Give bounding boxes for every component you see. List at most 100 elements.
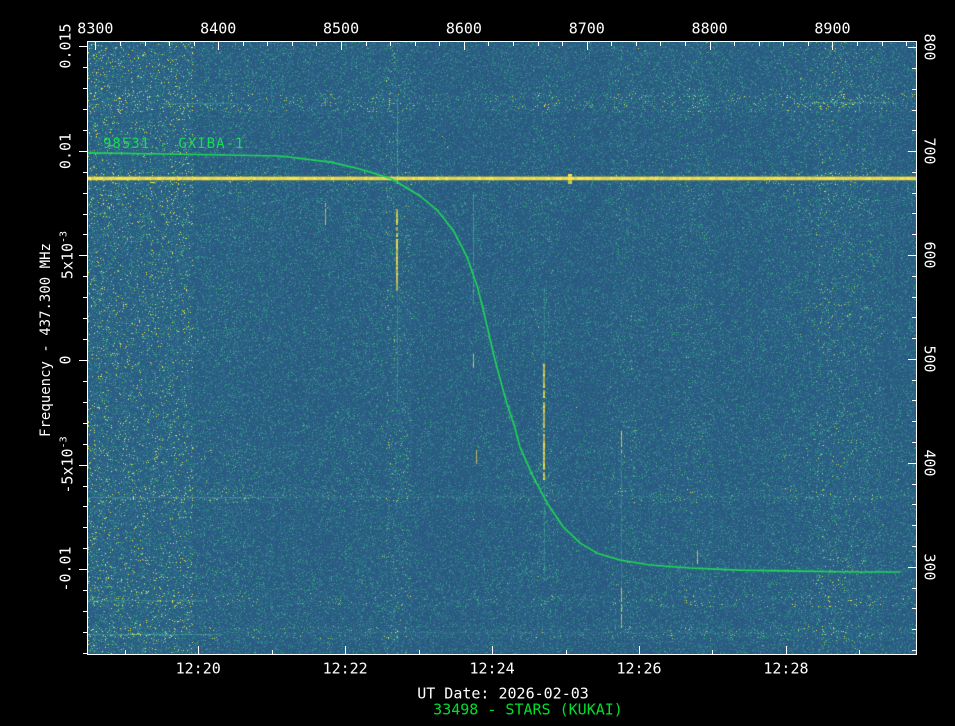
bottom-axis-tick-label: 12:28 — [763, 659, 809, 678]
top-axis-tick — [832, 42, 833, 50]
bottom-axis-tick — [566, 650, 567, 654]
plot-frame — [87, 41, 917, 655]
left-axis-tick — [83, 444, 87, 445]
top-axis-tick — [292, 42, 293, 46]
right-axis-tick — [912, 504, 916, 505]
left-axis-tick — [83, 611, 87, 612]
right-axis-tick — [912, 172, 916, 173]
right-axis-tick — [912, 297, 916, 298]
left-axis-tick — [79, 46, 87, 47]
left-axis-tick — [83, 486, 87, 487]
right-axis-tick — [912, 213, 916, 214]
top-axis-tick — [759, 42, 760, 46]
top-axis-tick — [660, 42, 661, 46]
right-axis-tick — [912, 130, 916, 131]
top-axis-tick — [169, 42, 170, 46]
right-axis-tick — [908, 359, 916, 360]
top-axis-tick — [488, 42, 489, 46]
left-axis-tick — [79, 255, 87, 256]
left-axis-tick — [83, 193, 87, 194]
right-axis-tick — [912, 546, 916, 547]
y-axis-title: Frequency - 437.300 MHz — [38, 243, 54, 437]
right-axis-tick — [912, 525, 916, 526]
left-axis-tick — [83, 590, 87, 591]
left-axis-tick — [83, 109, 87, 110]
top-axis-tick — [316, 42, 317, 46]
left-axis-tick — [83, 339, 87, 340]
bottom-axis-tick-label: 12:26 — [616, 659, 662, 678]
bottom-axis-tick-label: 12:20 — [175, 659, 221, 678]
top-axis-tick-label: 8900 — [814, 19, 851, 38]
bottom-axis-tick — [419, 650, 420, 654]
right-axis-tick — [908, 47, 916, 48]
top-axis-tick — [415, 42, 416, 46]
ut-date-label: UT Date: 2026-02-03 — [417, 684, 589, 703]
left-axis-tick — [83, 214, 87, 215]
right-axis-tick-label: 700 — [920, 137, 939, 165]
top-axis-tick — [808, 42, 809, 46]
satellite-name-label: 33498 - STARS (KUKAI) — [433, 700, 623, 719]
left-axis-tick — [79, 465, 87, 466]
top-axis-tick — [783, 42, 784, 46]
top-axis-tick — [636, 42, 637, 46]
top-axis-tick — [734, 42, 735, 46]
left-axis-tick-label: -5x10-3 — [58, 436, 77, 494]
left-axis-tick — [83, 548, 87, 549]
top-axis-tick-label: 8800 — [691, 19, 728, 38]
top-axis-tick — [267, 42, 268, 46]
bottom-axis-tick — [492, 646, 493, 654]
left-axis-tick — [83, 130, 87, 131]
left-axis-tick — [83, 172, 87, 173]
right-axis-tick-label: 800 — [920, 33, 939, 61]
left-axis-tick — [83, 653, 87, 654]
bottom-axis-tick — [198, 646, 199, 654]
bottom-axis-tick — [272, 650, 273, 654]
left-axis-tick — [83, 88, 87, 89]
bottom-axis-tick — [786, 646, 787, 654]
left-axis-tick-label: 5x10-3 — [58, 231, 77, 280]
top-axis-tick — [95, 42, 96, 50]
top-axis-tick — [685, 42, 686, 46]
bottom-axis-tick — [712, 650, 713, 654]
top-axis-tick — [513, 42, 514, 46]
left-axis-tick — [83, 527, 87, 528]
left-axis-tick-label: 0 — [56, 355, 75, 365]
top-axis-tick — [145, 42, 146, 46]
right-axis-tick — [908, 255, 916, 256]
top-axis-tick — [464, 42, 465, 50]
left-axis-tick-label: 0.01 — [56, 132, 75, 169]
top-axis-tick — [120, 42, 121, 46]
bottom-axis-tick — [345, 646, 346, 654]
right-axis-tick-label: 300 — [920, 553, 939, 581]
left-axis-tick — [83, 318, 87, 319]
left-axis-tick-label: 0.015 — [56, 23, 75, 69]
top-axis-tick — [538, 42, 539, 46]
top-axis-tick — [587, 42, 588, 50]
doppler-curve-label: 98531 - GXIBA-1 — [103, 136, 245, 152]
top-axis-tick — [710, 42, 711, 50]
top-axis-tick — [906, 42, 907, 46]
right-axis-tick — [912, 338, 916, 339]
top-axis-tick — [341, 42, 342, 50]
top-axis-tick — [611, 42, 612, 46]
top-axis-tick — [243, 42, 244, 46]
top-axis-tick-label: 8700 — [568, 19, 605, 38]
left-axis-tick — [83, 381, 87, 382]
right-axis-tick — [908, 567, 916, 568]
top-axis-tick-label: 8500 — [323, 19, 360, 38]
right-axis-tick — [912, 588, 916, 589]
left-axis-tick — [83, 67, 87, 68]
right-axis-tick-label: 600 — [920, 241, 939, 269]
right-axis-tick — [912, 193, 916, 194]
top-axis-tick — [439, 42, 440, 46]
left-axis-tick — [83, 423, 87, 424]
right-axis-tick — [912, 89, 916, 90]
right-axis-tick-label: 400 — [920, 449, 939, 477]
right-axis-tick — [912, 110, 916, 111]
right-axis-tick — [912, 608, 916, 609]
right-axis-tick — [912, 442, 916, 443]
left-axis-tick — [83, 632, 87, 633]
right-axis-tick — [912, 421, 916, 422]
left-axis-tick — [83, 402, 87, 403]
bottom-axis-tick-label: 12:22 — [322, 659, 368, 678]
